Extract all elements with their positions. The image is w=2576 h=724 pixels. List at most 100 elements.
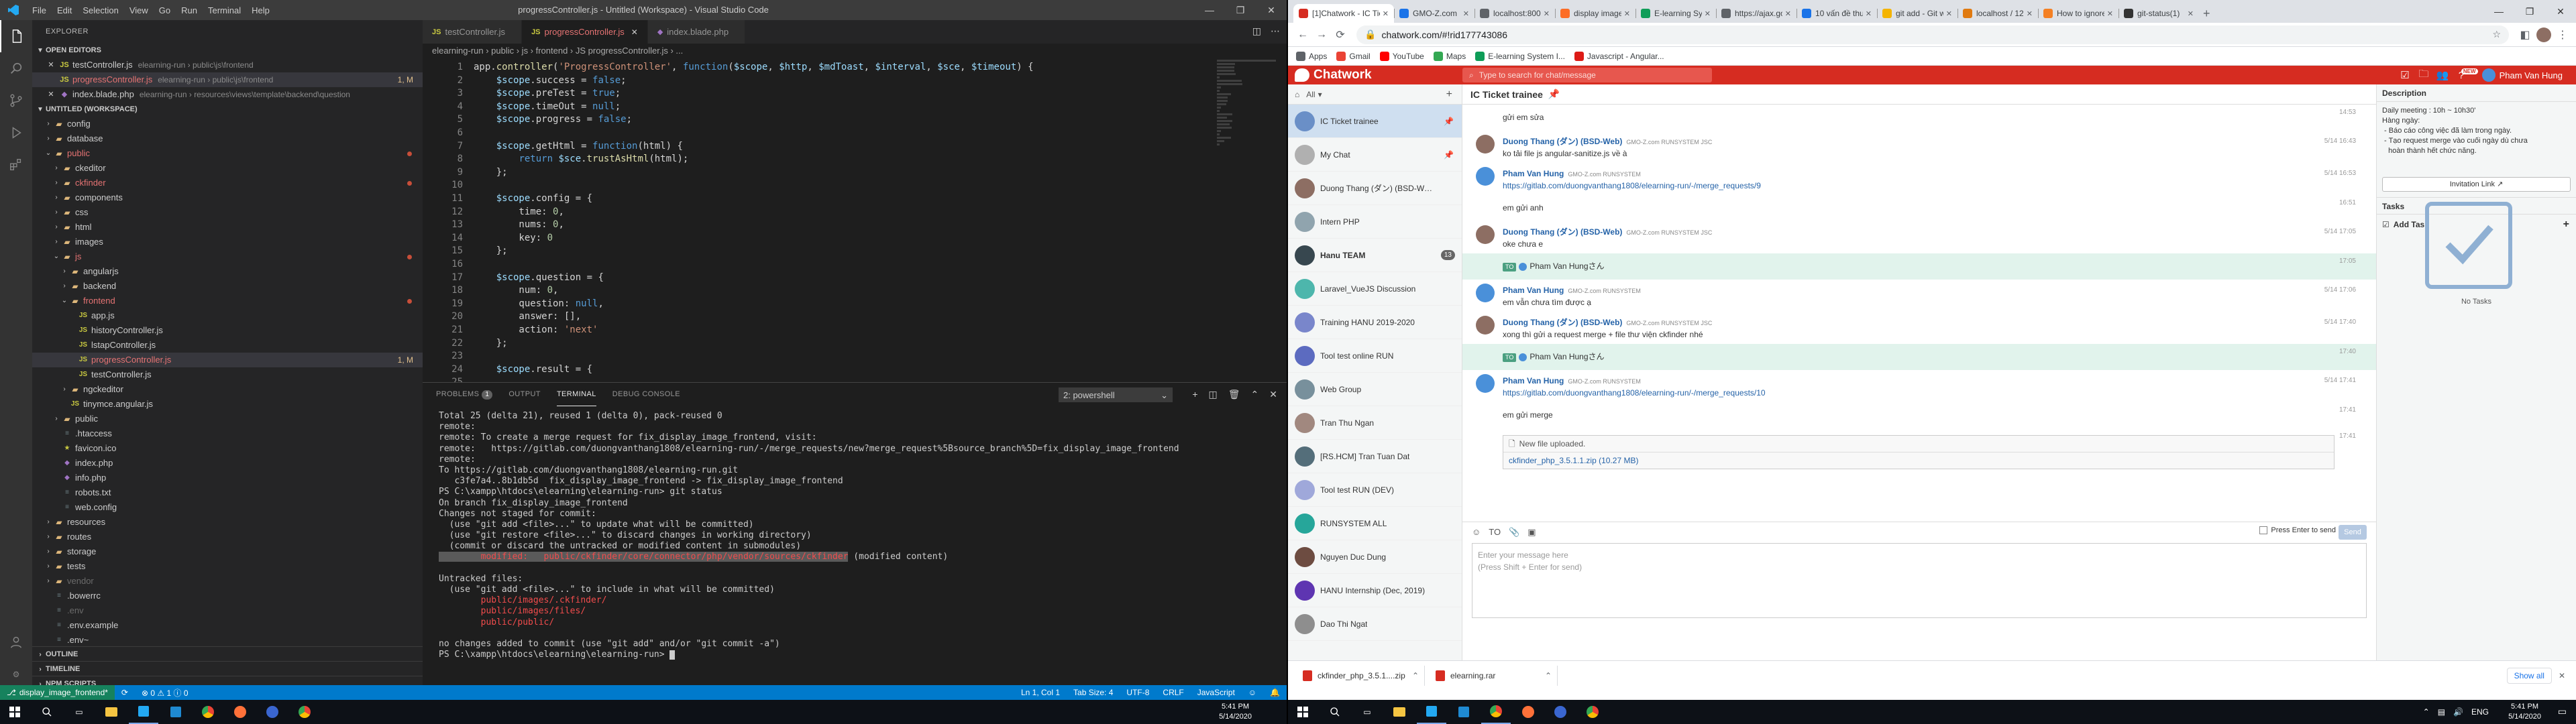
folder-item[interactable]: › ▰ vendor (32, 574, 423, 589)
more-actions-icon[interactable]: ⋯ (1271, 25, 1280, 37)
close-tab-icon[interactable]: ✕ (1624, 9, 1630, 18)
menu-item[interactable]: View (124, 5, 154, 15)
room-item[interactable]: My Chat 📌 (1288, 138, 1462, 172)
user-menu[interactable]: Pham Van Hung (2478, 68, 2576, 82)
folder-item[interactable]: › ▰ angularjs (32, 264, 423, 279)
sender-name[interactable]: Pham Van Hung (1503, 376, 1564, 385)
bookmark-item[interactable]: Gmail (1336, 51, 1371, 61)
folder-item[interactable]: › ▰ tests (32, 559, 423, 574)
contacts-icon[interactable]: 👥 (2433, 69, 2452, 81)
close-icon[interactable]: ✕ (46, 87, 56, 102)
chevron-up-icon[interactable]: ⌃ (1412, 671, 1419, 680)
close-tab-icon[interactable]: ✕ (2188, 9, 2194, 18)
start-windows-icon[interactable] (1288, 700, 1318, 724)
browser-tab[interactable]: E-learning Syste...✕ (1635, 4, 1716, 23)
room-item[interactable]: IC Ticket trainee 📌 (1288, 105, 1462, 138)
task-view-icon[interactable]: ▭ (1352, 700, 1382, 724)
clock-left[interactable]: 5:41 PM 5/14/2020 (1219, 700, 1252, 724)
browser-tab[interactable]: git add - Git w...✕ (1877, 4, 1957, 23)
video-call-icon[interactable]: ▣ (1527, 527, 1536, 538)
sender-name[interactable]: Duong Thang (ダン) (BSD-Web) (1503, 137, 1622, 146)
firefox-dev-taskbar-icon[interactable] (258, 700, 287, 724)
folder-item[interactable]: › ▰ database (32, 131, 423, 146)
pin-icon[interactable]: 📌 (1548, 88, 1560, 100)
room-item[interactable]: Laravel_VueJS Discussion (1288, 272, 1462, 306)
sender-name[interactable]: Duong Thang (ダン) (BSD-Web) (1503, 318, 1622, 327)
chrome-taskbar-icon[interactable] (193, 700, 223, 724)
close-tab-icon[interactable]: ✕ (1383, 9, 1389, 18)
message[interactable]: Pham Van Hung GMO-Z.com RUNSYSTEM 5/14 17:… (1462, 370, 2376, 402)
browser-tab[interactable]: https://ajax.goo...✕ (1716, 4, 1796, 23)
task-check-icon[interactable]: ☑ (2396, 69, 2414, 81)
minimize-icon[interactable]: — (1194, 0, 1225, 20)
message[interactable]: 17:40 TO Pham Van Hungさん (1462, 344, 2376, 370)
folder-item[interactable]: › ▰ storage (32, 544, 423, 559)
room-item[interactable]: [RS.HCM] Tran Tuan Dat (1288, 440, 1462, 473)
message[interactable]: Duong Thang (ダン) (BSD-Web) GMO-Z.com RUNS… (1462, 312, 2376, 344)
browser-tab[interactable]: localhost / 127...✕ (1957, 4, 2038, 23)
extensions-icon[interactable] (0, 149, 32, 181)
chevron-up-icon[interactable]: ⌃ (1545, 671, 1552, 680)
room-item[interactable]: Hanu TEAM 13 (1288, 239, 1462, 272)
start-windows-icon[interactable] (0, 700, 30, 724)
close-tab-icon[interactable]: ✕ (1785, 9, 1791, 18)
sender-name[interactable]: Pham Van Hung (1503, 169, 1564, 178)
profile-avatar-icon[interactable] (2534, 25, 2553, 44)
pin-icon[interactable]: 📌 (1444, 117, 1454, 126)
vscode-taskbar-icon-2[interactable] (1449, 700, 1479, 724)
split-editor-icon[interactable]: ◫ (1252, 25, 1261, 37)
source-control-icon[interactable] (0, 84, 32, 117)
trash-icon[interactable]: 🗑 (1228, 389, 1240, 400)
menu-item[interactable]: File (27, 5, 52, 15)
message[interactable]: 14:53 gửi em sửa (1462, 105, 2376, 131)
search-icon[interactable] (0, 52, 32, 84)
file-item[interactable]: ≡ web.config (32, 500, 423, 515)
message-link[interactable]: https://gitlab.com/duongvanthang1808/ele… (1503, 181, 1761, 190)
show-all-button[interactable]: Show all (2506, 667, 2552, 684)
menu-item[interactable]: Edit (52, 5, 77, 15)
menu-item[interactable]: Go (154, 5, 176, 15)
folder-item[interactable]: › ▰ resources (32, 515, 423, 530)
clock-right[interactable]: 5:41 PM 5/14/2020 (2508, 700, 2541, 724)
minimize-icon[interactable]: — (2483, 0, 2514, 23)
firefox-taskbar-icon[interactable] (1513, 700, 1543, 724)
file-item[interactable]: ≡ .bowerrc (32, 589, 423, 603)
open-editor-item[interactable]: JS progressController.js elearning-run › p… (32, 72, 423, 87)
back-arrow-icon[interactable]: ← (1293, 25, 1312, 44)
cursor-position[interactable]: Ln 1, Col 1 (1014, 688, 1067, 697)
message[interactable]: Duong Thang (ダン) (BSD-Web) GMO-Z.com RUNS… (1462, 131, 2376, 163)
file-folder-icon[interactable]: 🗀 (2414, 67, 2433, 84)
room-item[interactable]: Intern PHP (1288, 205, 1462, 239)
menu-item[interactable]: Run (176, 5, 203, 15)
folder-item[interactable]: › ▰ config (32, 117, 423, 131)
message[interactable]: 17:41 em gửi merge (1462, 402, 2376, 428)
tab-progressController-js[interactable]: JS progressController.js ✕ (522, 20, 648, 44)
room-item[interactable]: HANU Internship (Dec, 2019) (1288, 574, 1462, 607)
add-room-icon[interactable]: + (1446, 88, 1452, 101)
close-icon[interactable]: ✕ (1256, 0, 1287, 20)
folder-item[interactable]: ⌄ ▰ public (32, 146, 423, 161)
folder-item[interactable]: › ▰ ckeditor (32, 161, 423, 176)
browser-tab[interactable]: localhost:8000 ✕ (1474, 4, 1555, 23)
bookmark-item[interactable]: Javascript - Angular... (1574, 51, 1664, 61)
close-icon[interactable]: ✕ (2545, 0, 2576, 23)
file-explorer-icon[interactable] (1385, 700, 1414, 724)
file-item[interactable]: ★ favicon.ico (32, 441, 423, 456)
menu-item[interactable]: Selection (77, 5, 123, 15)
terminal-select[interactable]: 2: powershell ⌄ (1059, 387, 1173, 402)
invitation-link-button[interactable]: Invitation Link ↗ (2382, 177, 2571, 192)
search-icon[interactable] (32, 700, 62, 724)
panel-tab-debug-console[interactable]: DEBUG CONSOLE (612, 383, 680, 406)
file-item[interactable]: JS historyController.js (32, 323, 423, 338)
close-tab-icon[interactable]: ✕ (2107, 9, 2113, 18)
message[interactable]: 16:51 em gửi anh (1462, 195, 2376, 221)
open-editors-section[interactable]: ▼ OPEN EDITORS (32, 43, 423, 58)
bookmark-item[interactable]: Maps (1433, 51, 1466, 61)
feedback-icon[interactable]: ☺ (1242, 688, 1263, 697)
menu-item[interactable]: Terminal (203, 5, 246, 15)
open-editor-item[interactable]: ✕ ◆ index.blade.php elearning-run › resourc… (32, 87, 423, 102)
message[interactable]: Pham Van Hung GMO-Z.com RUNSYSTEM 5/14 17:… (1462, 280, 2376, 312)
vscode-taskbar-icon-2[interactable] (161, 700, 191, 724)
folder-item[interactable]: › ▰ images (32, 235, 423, 249)
maximize-icon[interactable]: ❐ (2514, 0, 2545, 23)
